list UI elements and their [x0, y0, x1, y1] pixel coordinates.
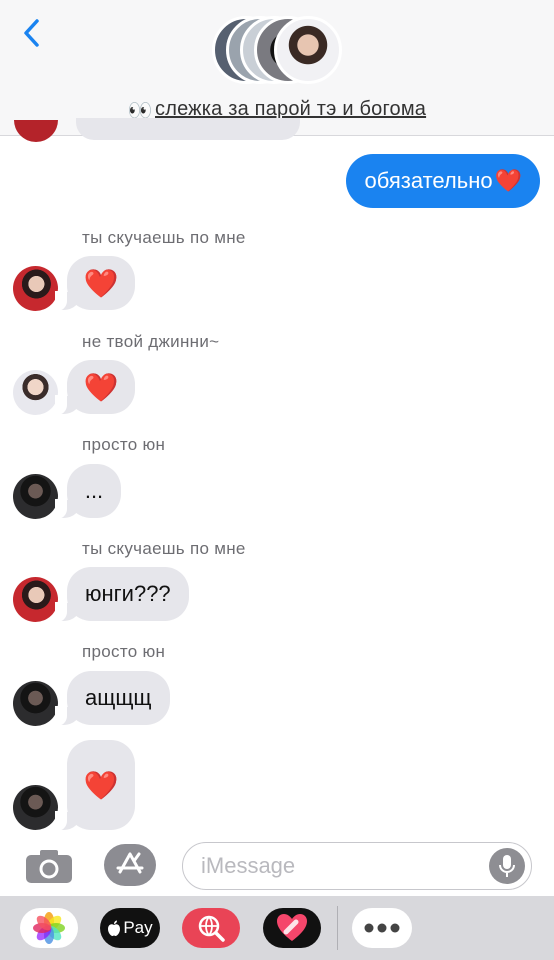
heart-emoji: ❤️ — [83, 371, 119, 403]
sender-name: ты скучаешь по мне — [82, 539, 246, 558]
imessage-app-strip: Pay — [0, 896, 554, 960]
received-bubble[interactable]: ❤️ — [55, 360, 135, 415]
app-strip-divider — [337, 906, 338, 950]
avatar[interactable] — [13, 681, 58, 726]
received-bubble[interactable]: юнги??? — [55, 567, 189, 622]
received-bubble[interactable]: ❤️ — [55, 740, 135, 831]
received-bubble[interactable]: ащщщ — [55, 671, 170, 726]
more-icon — [364, 923, 400, 933]
heart-emoji: ❤️ — [83, 267, 119, 299]
conversation-header: 👀 слежка за парой тэ и богома — [0, 0, 554, 136]
group-name-label: слежка за парой тэ и богома — [155, 98, 427, 120]
sender-name: просто юн — [82, 642, 166, 661]
photos-icon — [33, 912, 65, 944]
apple-pay-icon — [108, 920, 121, 936]
group-avatar-stack[interactable] — [212, 16, 344, 86]
avatar[interactable] — [13, 266, 58, 311]
back-button[interactable] — [16, 16, 46, 50]
sender-name: ты скучаешь по мне — [82, 228, 246, 247]
more-apps-button[interactable] — [352, 908, 412, 948]
avatar[interactable] — [13, 370, 58, 415]
sender-name: не твой джинни~ — [82, 332, 220, 351]
received-bubble[interactable]: ... — [55, 464, 121, 519]
heart-stickers-icon — [277, 914, 307, 941]
apple-pay-button[interactable]: Pay — [100, 908, 160, 948]
app-store-icon — [116, 852, 144, 874]
digital-touch-app-button[interactable] — [263, 908, 321, 948]
microphone-button[interactable] — [489, 848, 525, 884]
microphone-icon — [499, 855, 515, 877]
app-store-button[interactable] — [104, 844, 156, 886]
sent-bubble[interactable]: обязательно ❤️ — [346, 154, 540, 208]
message-text: обязательно — [364, 168, 493, 193]
avatar[interactable] — [13, 577, 58, 622]
camera-button[interactable] — [24, 848, 74, 884]
camera-icon — [26, 850, 72, 883]
heart-emoji: ❤️ — [83, 769, 119, 801]
avatar[interactable] — [13, 474, 58, 519]
apple-pay-label: Pay — [123, 918, 153, 937]
group-avatar — [274, 16, 342, 84]
message-input[interactable] — [201, 851, 481, 881]
message-list[interactable]: обязательно ❤️ ты скучаешь по мне ❤️ не т… — [0, 136, 554, 834]
photos-app-button[interactable] — [20, 908, 78, 948]
message-input-field[interactable] — [182, 842, 532, 890]
web-images-app-button[interactable] — [182, 908, 240, 948]
message-text: юнги??? — [85, 581, 171, 606]
avatar[interactable] — [13, 785, 58, 830]
globe-search-icon — [198, 915, 225, 942]
message-text: ... — [84, 478, 104, 503]
received-bubble[interactable]: ❤️ — [55, 256, 135, 311]
sender-name: просто юн — [82, 435, 166, 454]
composer-bar — [0, 834, 554, 896]
message-text: ащщщ — [85, 685, 152, 710]
back-chevron-icon — [24, 19, 39, 47]
heart-emoji: ❤️ — [494, 168, 522, 193]
